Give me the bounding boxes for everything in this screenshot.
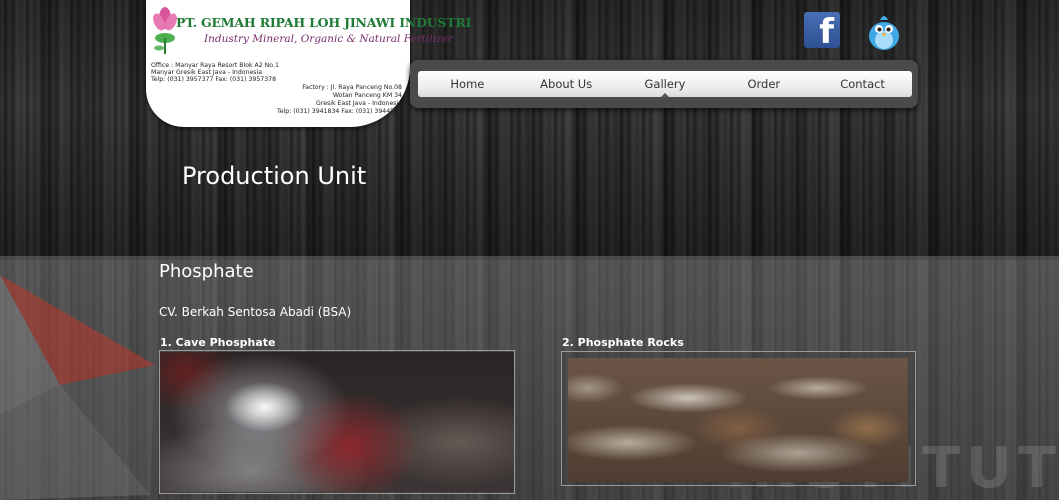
- nav-order[interactable]: Order: [714, 71, 813, 97]
- nav-gallery[interactable]: Gallery: [616, 71, 715, 98]
- factory-address-line3: Gresik East Java - Indonesia: [316, 100, 402, 107]
- factory-address-line2: Wotan Panceng KM 34: [332, 92, 402, 99]
- factory-phone: Telp: (031) 3941834 Fax: (031) 3944587: [276, 108, 402, 115]
- company-tagline: Industry Mineral, Organic & Natural Fert…: [204, 33, 453, 45]
- logo-card[interactable]: PT. GEMAH RIPAH LOH JINAWI INDUSTRI Indu…: [146, 0, 471, 127]
- office-address-line2: Manyar Gresik East Java - Indonesia: [151, 69, 262, 76]
- phosphate-rocks-photo[interactable]: [568, 358, 908, 482]
- item-label-phosphate-rocks: 2. Phosphate Rocks: [562, 336, 684, 349]
- office-phone: Telp: (031) 3957377 Fax: (031) 3957378: [151, 76, 277, 83]
- main-nav: Home About Us Gallery Order Contact: [418, 71, 912, 98]
- nav-about-us[interactable]: About Us: [517, 71, 616, 97]
- office-address-line1: Office : Manyar Raya Resort Blok A2 No.1: [151, 62, 279, 69]
- facebook-icon[interactable]: f: [804, 12, 840, 48]
- page-title: Production Unit: [182, 162, 367, 190]
- cave-phosphate-photo[interactable]: [160, 352, 514, 492]
- section-title: Phosphate: [159, 261, 254, 282]
- twitter-bird-icon[interactable]: [866, 12, 902, 52]
- section-company: CV. Berkah Sentosa Abadi (BSA): [159, 305, 352, 319]
- lotus-flower-icon: [153, 7, 177, 54]
- factory-address-line1: Factory : Jl. Raya Panceng No.08: [302, 84, 402, 91]
- item-label-cave-phosphate: 1. Cave Phosphate: [160, 336, 276, 349]
- nav-contact[interactable]: Contact: [813, 71, 912, 97]
- watermark-star-icon: [0, 275, 155, 500]
- nav-home[interactable]: Home: [418, 71, 517, 97]
- company-name-logo: PT. GEMAH RIPAH LOH JINAWI INDUSTRI: [176, 15, 472, 30]
